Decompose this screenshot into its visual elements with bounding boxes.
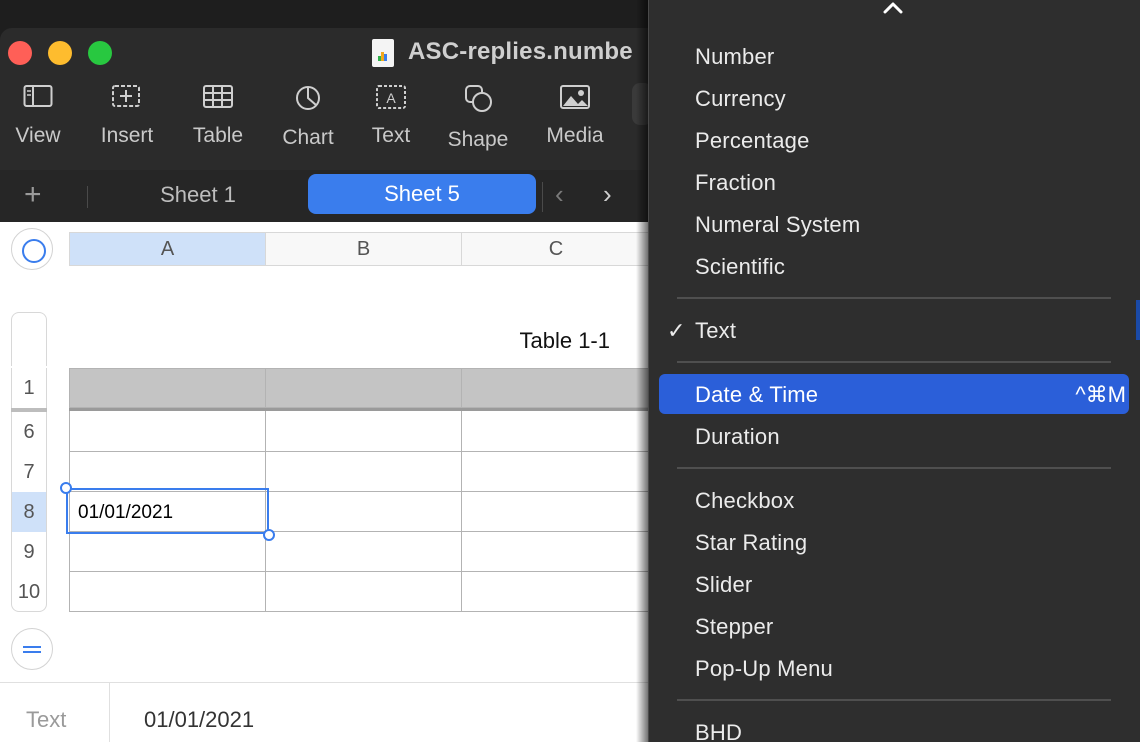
tab-sheet-5[interactable]: Sheet 5 <box>308 174 536 214</box>
sheet-tab-bar: + Sheet 1 Sheet 5 ‹ › <box>0 170 648 224</box>
menu-item-shortcut: ^⌘M <box>1075 382 1126 407</box>
tab-sheet-1[interactable]: Sheet 1 <box>108 175 288 215</box>
screen: ASC-replies.numbe View Insert Table Char… <box>0 0 1140 742</box>
menu-separator <box>677 699 1111 701</box>
divider <box>109 683 110 742</box>
grid-line <box>69 408 648 411</box>
cell-a8-value[interactable]: 01/01/2021 <box>78 502 173 524</box>
menu-item-percentage[interactable]: Percentage <box>695 128 810 154</box>
toolbar-shape-label: Shape <box>447 128 509 151</box>
row-header-9[interactable]: 9 <box>11 532 47 572</box>
toolbar-text-label: Text <box>371 124 411 147</box>
background-window-edge <box>1136 300 1140 340</box>
menu-item-bhd[interactable]: BHD <box>695 720 742 742</box>
cell-value-field[interactable]: 01/01/2021 <box>144 707 254 733</box>
toolbar-media-label: Media <box>546 124 604 147</box>
menu-shadow <box>636 0 648 742</box>
table-grid-icon <box>203 85 233 108</box>
select-table-button[interactable] <box>11 228 53 270</box>
row-header-6[interactable]: 6 <box>11 412 47 452</box>
toolbar-view-button[interactable]: View <box>0 84 78 148</box>
menu-item-scientific[interactable]: Scientific <box>695 254 785 280</box>
toolbar-table-button[interactable]: Table <box>178 84 258 148</box>
header-row[interactable] <box>69 368 648 408</box>
divider <box>542 182 543 212</box>
toolbar-media-button[interactable]: Media <box>535 84 615 148</box>
row-header-spacer <box>11 312 47 366</box>
cell-info-bar: Text 01/01/2021 <box>0 682 648 742</box>
chevron-right-icon[interactable]: › <box>603 179 612 210</box>
menu-item-stepper[interactable]: Stepper <box>695 614 773 640</box>
svg-text:A: A <box>386 90 396 106</box>
chevron-left-icon[interactable]: ‹ <box>555 179 564 210</box>
checkmark-icon: ✓ <box>667 318 686 343</box>
menu-item-duration[interactable]: Duration <box>695 424 780 450</box>
column-header-c[interactable]: C <box>461 232 648 266</box>
format-menu: Number Currency Percentage Fraction Nume… <box>648 0 1140 742</box>
menu-item-pop-up-menu[interactable]: Pop-Up Menu <box>695 656 833 682</box>
divider <box>87 186 88 208</box>
toolbar-insert-button[interactable]: Insert <box>87 84 167 148</box>
column-header-b[interactable]: B <box>265 232 462 266</box>
grid-line <box>69 571 648 572</box>
sidebar-view-icon <box>23 85 53 107</box>
maximize-window-button[interactable] <box>88 41 112 65</box>
toolbar-table-label: Table <box>192 124 244 147</box>
menu-item-fraction[interactable]: Fraction <box>695 170 776 196</box>
toolbar-view-label: View <box>15 124 61 147</box>
pie-chart-icon <box>296 86 320 110</box>
menu-item-numeral-system[interactable]: Numeral System <box>695 212 860 238</box>
toolbar-text-button[interactable]: A Text <box>351 84 431 148</box>
shape-icon <box>465 85 492 112</box>
menu-item-date-time[interactable]: Date & Time <box>695 382 818 408</box>
menu-item-number[interactable]: Number <box>695 44 774 70</box>
menu-item-currency[interactable]: Currency <box>695 86 786 112</box>
numbers-document-icon <box>372 39 394 67</box>
insert-plus-icon <box>112 85 140 107</box>
window-title: ASC-replies.numbe <box>408 38 633 65</box>
menu-separator <box>677 467 1111 469</box>
cell-format-label: Text <box>26 707 67 732</box>
menu-item-text[interactable]: Text <box>695 318 736 344</box>
column-header-a[interactable]: A <box>69 232 266 266</box>
grid-line <box>69 611 648 612</box>
menu-item-checkbox[interactable]: Checkbox <box>695 488 794 514</box>
toolbar-chart-button[interactable]: Chart <box>268 84 348 150</box>
row-header-10[interactable]: 10 <box>11 572 47 612</box>
grid-line <box>69 451 648 452</box>
sheet-canvas[interactable]: A B C 1 6 7 8 9 10 Table 1-1 01/01/2021 <box>0 222 648 682</box>
menu-item-slider[interactable]: Slider <box>695 572 752 598</box>
row-header-7[interactable]: 7 <box>11 452 47 492</box>
text-box-icon: A <box>376 85 406 109</box>
menu-separator <box>677 361 1111 363</box>
selection-handle-bottom-right[interactable] <box>263 529 275 541</box>
grid-line <box>461 368 462 612</box>
row-header-8[interactable]: 8 <box>11 492 47 532</box>
close-window-button[interactable] <box>8 41 32 65</box>
minimize-window-button[interactable] <box>48 41 72 65</box>
toolbar-shape-button[interactable]: Shape <box>438 84 518 152</box>
photo-icon <box>560 85 590 109</box>
row-header-1[interactable]: 1 <box>11 368 47 408</box>
toolbar-chart-label: Chart <box>282 126 334 149</box>
table-title[interactable]: Table 1-1 <box>470 328 610 354</box>
toolbar-insert-label: Insert <box>100 124 154 147</box>
add-sheet-button[interactable]: + <box>24 180 42 210</box>
numbers-window: ASC-replies.numbe View Insert Table Char… <box>0 28 648 742</box>
menu-separator <box>677 297 1111 299</box>
selection-handle-top-left[interactable] <box>60 482 72 494</box>
add-row-button[interactable] <box>11 628 53 670</box>
menu-item-star-rating[interactable]: Star Rating <box>695 530 807 556</box>
chevron-up-icon[interactable] <box>881 0 905 16</box>
